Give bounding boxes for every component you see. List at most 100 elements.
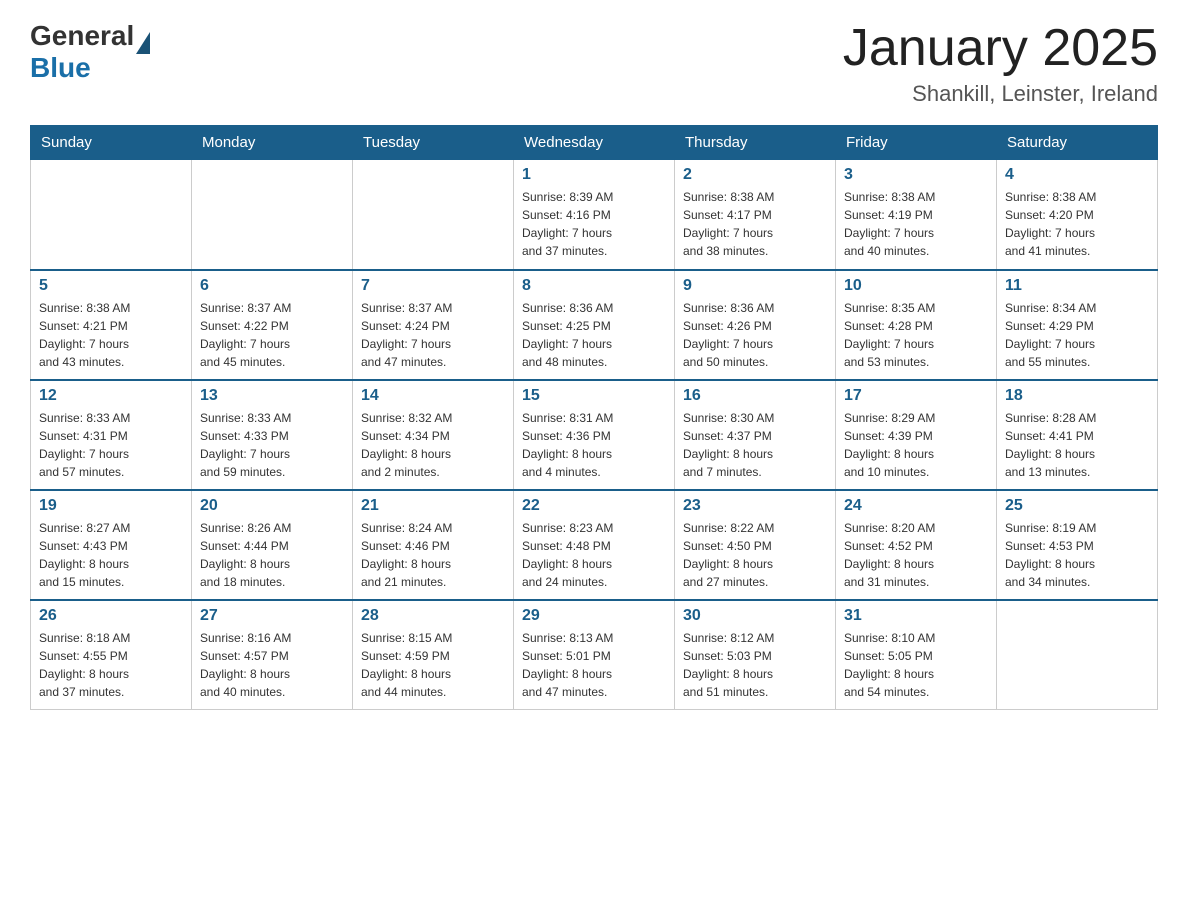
day-number: 7 [361,277,505,295]
week-row-2: 5 Sunrise: 8:38 AMSunset: 4:21 PMDaylight… [31,270,1158,380]
day-cell: 17 Sunrise: 8:29 AMSunset: 4:39 PMDayligh… [836,380,997,490]
day-number: 23 [683,497,827,515]
day-cell [353,160,514,270]
header-day-thursday: Thursday [675,126,836,160]
day-cell: 29Sunrise: 8:13 AMSunset: 5:01 PMDayligh… [514,600,675,710]
day-info: Sunrise: 8:18 AMSunset: 4:55 PMDaylight:… [39,629,183,701]
day-info: Sunrise: 8:28 AMSunset: 4:41 PMDaylight:… [1005,409,1149,481]
day-cell: 23 Sunrise: 8:22 AMSunset: 4:50 PMDayligh… [675,490,836,600]
day-number: 4 [1005,166,1149,184]
logo-text-blue: Blue [30,52,150,84]
day-info: Sunrise: 8:19 AMSunset: 4:53 PMDaylight:… [1005,519,1149,591]
day-cell: 25 Sunrise: 8:19 AMSunset: 4:53 PMDayligh… [997,490,1158,600]
day-info: Sunrise: 8:39 AMSunset: 4:16 PMDaylight:… [522,188,666,260]
day-number: 11 [1005,277,1149,295]
day-info: Sunrise: 8:32 AMSunset: 4:34 PMDaylight:… [361,409,505,481]
calendar-subtitle: Shankill, Leinster, Ireland [843,81,1158,107]
day-cell: 20Sunrise: 8:26 AMSunset: 4:44 PMDayligh… [192,490,353,600]
day-info: Sunrise: 8:34 AMSunset: 4:29 PMDaylight:… [1005,299,1149,371]
day-number: 25 [1005,497,1149,515]
day-number: 5 [39,277,183,295]
day-cell: 10Sunrise: 8:35 AMSunset: 4:28 PMDayligh… [836,270,997,380]
day-cell: 2Sunrise: 8:38 AMSunset: 4:17 PMDaylight… [675,160,836,270]
day-cell [192,160,353,270]
day-info: Sunrise: 8:38 AMSunset: 4:19 PMDaylight:… [844,188,988,260]
day-number: 14 [361,387,505,405]
day-info: Sunrise: 8:23 AMSunset: 4:48 PMDaylight:… [522,519,666,591]
day-cell: 27Sunrise: 8:16 AMSunset: 4:57 PMDayligh… [192,600,353,710]
day-cell: 18Sunrise: 8:28 AMSunset: 4:41 PMDayligh… [997,380,1158,490]
day-info: Sunrise: 8:20 AMSunset: 4:52 PMDaylight:… [844,519,988,591]
day-number: 13 [200,387,344,405]
day-info: Sunrise: 8:33 AMSunset: 4:31 PMDaylight:… [39,409,183,481]
day-cell: 28Sunrise: 8:15 AMSunset: 4:59 PMDayligh… [353,600,514,710]
day-info: Sunrise: 8:10 AMSunset: 5:05 PMDaylight:… [844,629,988,701]
calendar-table: SundayMondayTuesdayWednesdayThursdayFrid… [30,125,1158,710]
day-cell: 22 Sunrise: 8:23 AMSunset: 4:48 PMDayligh… [514,490,675,600]
day-info: Sunrise: 8:22 AMSunset: 4:50 PMDaylight:… [683,519,827,591]
day-cell: 26 Sunrise: 8:18 AMSunset: 4:55 PMDayligh… [31,600,192,710]
week-row-5: 26 Sunrise: 8:18 AMSunset: 4:55 PMDayligh… [31,600,1158,710]
day-info: Sunrise: 8:29 AMSunset: 4:39 PMDaylight:… [844,409,988,481]
day-info: Sunrise: 8:13 AMSunset: 5:01 PMDaylight:… [522,629,666,701]
logo-block: General Blue [30,20,150,84]
day-info: Sunrise: 8:37 AMSunset: 4:24 PMDaylight:… [361,299,505,371]
day-number: 6 [200,277,344,295]
header-day-friday: Friday [836,126,997,160]
day-number: 22 [522,497,666,515]
day-cell: 19 Sunrise: 8:27 AMSunset: 4:43 PMDayligh… [31,490,192,600]
week-row-3: 12Sunrise: 8:33 AMSunset: 4:31 PMDayligh… [31,380,1158,490]
day-number: 28 [361,607,505,625]
day-number: 3 [844,166,988,184]
day-info: Sunrise: 8:16 AMSunset: 4:57 PMDaylight:… [200,629,344,701]
day-number: 1 [522,166,666,184]
day-number: 15 [522,387,666,405]
day-cell: 21Sunrise: 8:24 AMSunset: 4:46 PMDayligh… [353,490,514,600]
day-info: Sunrise: 8:36 AMSunset: 4:26 PMDaylight:… [683,299,827,371]
day-cell: 3 Sunrise: 8:38 AMSunset: 4:19 PMDaylight… [836,160,997,270]
logo-line1: General [30,20,150,52]
day-number: 19 [39,497,183,515]
day-info: Sunrise: 8:12 AMSunset: 5:03 PMDaylight:… [683,629,827,701]
day-number: 26 [39,607,183,625]
day-number: 17 [844,387,988,405]
day-info: Sunrise: 8:37 AMSunset: 4:22 PMDaylight:… [200,299,344,371]
day-cell: 11 Sunrise: 8:34 AMSunset: 4:29 PMDayligh… [997,270,1158,380]
day-cell [997,600,1158,710]
day-info: Sunrise: 8:38 AMSunset: 4:17 PMDaylight:… [683,188,827,260]
day-cell: 13 Sunrise: 8:33 AMSunset: 4:33 PMDayligh… [192,380,353,490]
header-day-tuesday: Tuesday [353,126,514,160]
day-cell: 6 Sunrise: 8:37 AMSunset: 4:22 PMDaylight… [192,270,353,380]
day-cell: 15 Sunrise: 8:31 AMSunset: 4:36 PMDayligh… [514,380,675,490]
day-number: 9 [683,277,827,295]
day-number: 20 [200,497,344,515]
day-info: Sunrise: 8:30 AMSunset: 4:37 PMDaylight:… [683,409,827,481]
day-number: 30 [683,607,827,625]
day-number: 24 [844,497,988,515]
day-cell: 24 Sunrise: 8:20 AMSunset: 4:52 PMDayligh… [836,490,997,600]
header-day-saturday: Saturday [997,126,1158,160]
day-cell: 14 Sunrise: 8:32 AMSunset: 4:34 PMDayligh… [353,380,514,490]
logo: General Blue [30,20,150,84]
day-cell: 8Sunrise: 8:36 AMSunset: 4:25 PMDaylight… [514,270,675,380]
title-block: January 2025 Shankill, Leinster, Ireland [843,20,1158,107]
day-info: Sunrise: 8:36 AMSunset: 4:25 PMDaylight:… [522,299,666,371]
day-info: Sunrise: 8:38 AMSunset: 4:21 PMDaylight:… [39,299,183,371]
day-info: Sunrise: 8:33 AMSunset: 4:33 PMDaylight:… [200,409,344,481]
logo-triangle-icon [136,32,150,54]
day-number: 16 [683,387,827,405]
calendar-body: 1 Sunrise: 8:39 AMSunset: 4:16 PMDaylight… [31,160,1158,710]
day-info: Sunrise: 8:27 AMSunset: 4:43 PMDaylight:… [39,519,183,591]
logo-text-general: General [30,20,134,52]
day-number: 31 [844,607,988,625]
day-cell: 31 Sunrise: 8:10 AMSunset: 5:05 PMDayligh… [836,600,997,710]
day-cell: 12Sunrise: 8:33 AMSunset: 4:31 PMDayligh… [31,380,192,490]
day-info: Sunrise: 8:35 AMSunset: 4:28 PMDaylight:… [844,299,988,371]
header-day-sunday: Sunday [31,126,192,160]
day-cell: 16 Sunrise: 8:30 AMSunset: 4:37 PMDayligh… [675,380,836,490]
day-cell: 4 Sunrise: 8:38 AMSunset: 4:20 PMDaylight… [997,160,1158,270]
week-row-4: 19 Sunrise: 8:27 AMSunset: 4:43 PMDayligh… [31,490,1158,600]
day-info: Sunrise: 8:31 AMSunset: 4:36 PMDaylight:… [522,409,666,481]
day-info: Sunrise: 8:38 AMSunset: 4:20 PMDaylight:… [1005,188,1149,260]
calendar-title: January 2025 [843,20,1158,77]
